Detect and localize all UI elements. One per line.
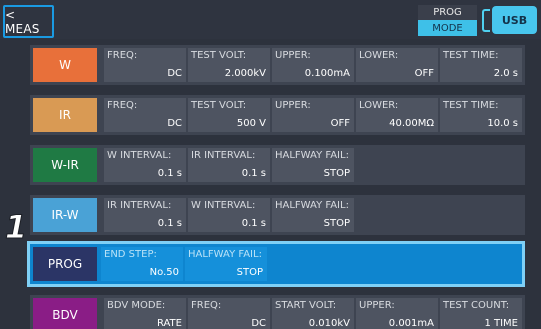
w-ir-param-cell[interactable]: IR INTERVAL: 0.1 s <box>188 148 270 182</box>
param-label: TEST VOLT: <box>191 100 247 111</box>
w-param-cell[interactable]: TEST VOLT: 2.000kV <box>188 48 270 82</box>
bdv-param-cell[interactable]: BDV MODE: RATE <box>104 298 186 329</box>
ir-param-cell[interactable]: FREQ: DC <box>104 98 186 132</box>
param-label: HALFWAY FAIL: <box>275 200 349 211</box>
bdv-param-cell[interactable]: UPPER: 0.001mA <box>356 298 438 329</box>
param-label: HALFWAY FAIL: <box>275 150 349 161</box>
ir-w-test-button[interactable]: IR-W <box>33 198 97 232</box>
param-value: OFF <box>330 118 350 129</box>
param-value: 10.0 s <box>487 118 518 129</box>
param-value: 0.1 s <box>157 168 182 179</box>
param-value: STOP <box>323 168 350 179</box>
test-row-ir[interactable]: IR FREQ: DC TEST VOLT: 500 V UPPER: OFF LOWER: 4… <box>30 95 525 135</box>
ir-param-cell[interactable]: TEST TIME: 10.0 s <box>440 98 522 132</box>
ir-w-param-cell[interactable]: W INTERVAL: 0.1 s <box>188 198 270 232</box>
prog-param-cell[interactable]: HALFWAY FAIL: STOP <box>185 247 267 281</box>
param-label: TEST COUNT: <box>443 300 510 311</box>
w-ir-test-button[interactable]: W-IR <box>33 148 97 182</box>
mode-indicator: PROG MODE <box>418 5 477 36</box>
prog-test-button[interactable]: PROG <box>33 247 97 281</box>
test-list-panel: W FREQ: DC TEST VOLT: 2.000kV UPPER: 0.100mA LO… <box>0 39 541 329</box>
w-param-cell[interactable]: TEST TIME: 2.0 s <box>440 48 522 82</box>
param-value: 0.1 s <box>241 168 266 179</box>
usb-button[interactable]: USB <box>492 6 537 34</box>
ir-w-param-cell[interactable]: IR INTERVAL: 0.1 s <box>104 198 186 232</box>
param-label: LOWER: <box>359 50 399 61</box>
usb-tab-icon <box>482 9 490 32</box>
test-row-ir-w[interactable]: IR-W IR INTERVAL: 0.1 s W INTERVAL: 0.1 s HAL… <box>30 195 525 235</box>
param-label: BDV MODE: <box>107 300 166 311</box>
param-label: UPPER: <box>275 100 311 111</box>
top-bar: < MEAS PROG MODE USB <box>0 0 541 39</box>
param-value: 2.000kV <box>224 68 266 79</box>
ir-param-cell[interactable]: UPPER: OFF <box>272 98 354 132</box>
bdv-param-cell[interactable]: START VOLT: 0.010kV <box>272 298 354 329</box>
param-value: DC <box>167 68 182 79</box>
step-marker: 1 <box>4 208 28 247</box>
w-test-button[interactable]: W <box>33 48 97 82</box>
param-value: 40.00MΩ <box>389 118 434 129</box>
param-value: 0.001mA <box>388 318 434 329</box>
param-label: TEST VOLT: <box>191 50 247 61</box>
bdv-test-button[interactable]: BDV <box>33 298 97 329</box>
test-row-w-ir[interactable]: W-IR W INTERVAL: 0.1 s IR INTERVAL: 0.1 s HAL… <box>30 145 525 185</box>
param-value: RATE <box>156 318 182 329</box>
param-value: 1 TIME <box>484 318 518 329</box>
param-label: UPPER: <box>359 300 395 311</box>
param-value: STOP <box>323 218 350 229</box>
bdv-param-cell[interactable]: TEST COUNT: 1 TIME <box>440 298 522 329</box>
param-value: 0.010kV <box>308 318 350 329</box>
w-ir-param-cell[interactable]: HALFWAY FAIL: STOP <box>272 148 354 182</box>
param-label: TEST TIME: <box>443 100 499 111</box>
param-value: 0.1 s <box>241 218 266 229</box>
w-param-cell[interactable]: UPPER: 0.100mA <box>272 48 354 82</box>
param-label: IR INTERVAL: <box>107 200 172 211</box>
ir-w-param-cell[interactable]: HALFWAY FAIL: STOP <box>272 198 354 232</box>
param-label: START VOLT: <box>275 300 337 311</box>
back-to-meas-button[interactable]: < MEAS <box>3 5 54 38</box>
param-value: STOP <box>236 267 263 278</box>
param-value: No.50 <box>149 267 179 278</box>
param-value: 500 V <box>236 118 266 129</box>
ir-param-cell[interactable]: TEST VOLT: 500 V <box>188 98 270 132</box>
bdv-param-cell[interactable]: FREQ: DC <box>188 298 270 329</box>
param-label: FREQ: <box>107 50 138 61</box>
test-row-prog[interactable]: PROG END STEP: No.50 HALFWAY FAIL: STOP <box>27 241 525 287</box>
param-label: TEST TIME: <box>443 50 499 61</box>
param-value: DC <box>251 318 266 329</box>
param-label: FREQ: <box>107 100 138 111</box>
test-row-bdv[interactable]: BDV BDV MODE: RATE FREQ: DC START VOLT: 0.010k… <box>30 295 525 329</box>
param-value: 0.1 s <box>157 218 182 229</box>
mode-indicator-bottom: MODE <box>418 20 477 36</box>
mode-indicator-top: PROG <box>418 5 477 20</box>
param-label: W INTERVAL: <box>191 200 256 211</box>
param-value: OFF <box>414 68 434 79</box>
param-label: IR INTERVAL: <box>191 150 256 161</box>
param-label: FREQ: <box>191 300 222 311</box>
w-param-cell[interactable]: FREQ: DC <box>104 48 186 82</box>
prog-param-cell[interactable]: END STEP: No.50 <box>101 247 183 281</box>
ir-test-button[interactable]: IR <box>33 98 97 132</box>
param-label: END STEP: <box>104 249 157 260</box>
param-label: UPPER: <box>275 50 311 61</box>
param-value: DC <box>167 118 182 129</box>
w-ir-param-cell[interactable]: W INTERVAL: 0.1 s <box>104 148 186 182</box>
usb-control[interactable]: USB <box>482 6 537 34</box>
param-label: HALFWAY FAIL: <box>188 249 262 260</box>
test-row-w[interactable]: W FREQ: DC TEST VOLT: 2.000kV UPPER: 0.100mA LO… <box>30 45 525 85</box>
param-label: W INTERVAL: <box>107 150 172 161</box>
param-value: 0.100mA <box>304 68 350 79</box>
param-value: 2.0 s <box>493 68 518 79</box>
param-label: LOWER: <box>359 100 399 111</box>
ir-param-cell[interactable]: LOWER: 40.00MΩ <box>356 98 438 132</box>
w-param-cell[interactable]: LOWER: OFF <box>356 48 438 82</box>
